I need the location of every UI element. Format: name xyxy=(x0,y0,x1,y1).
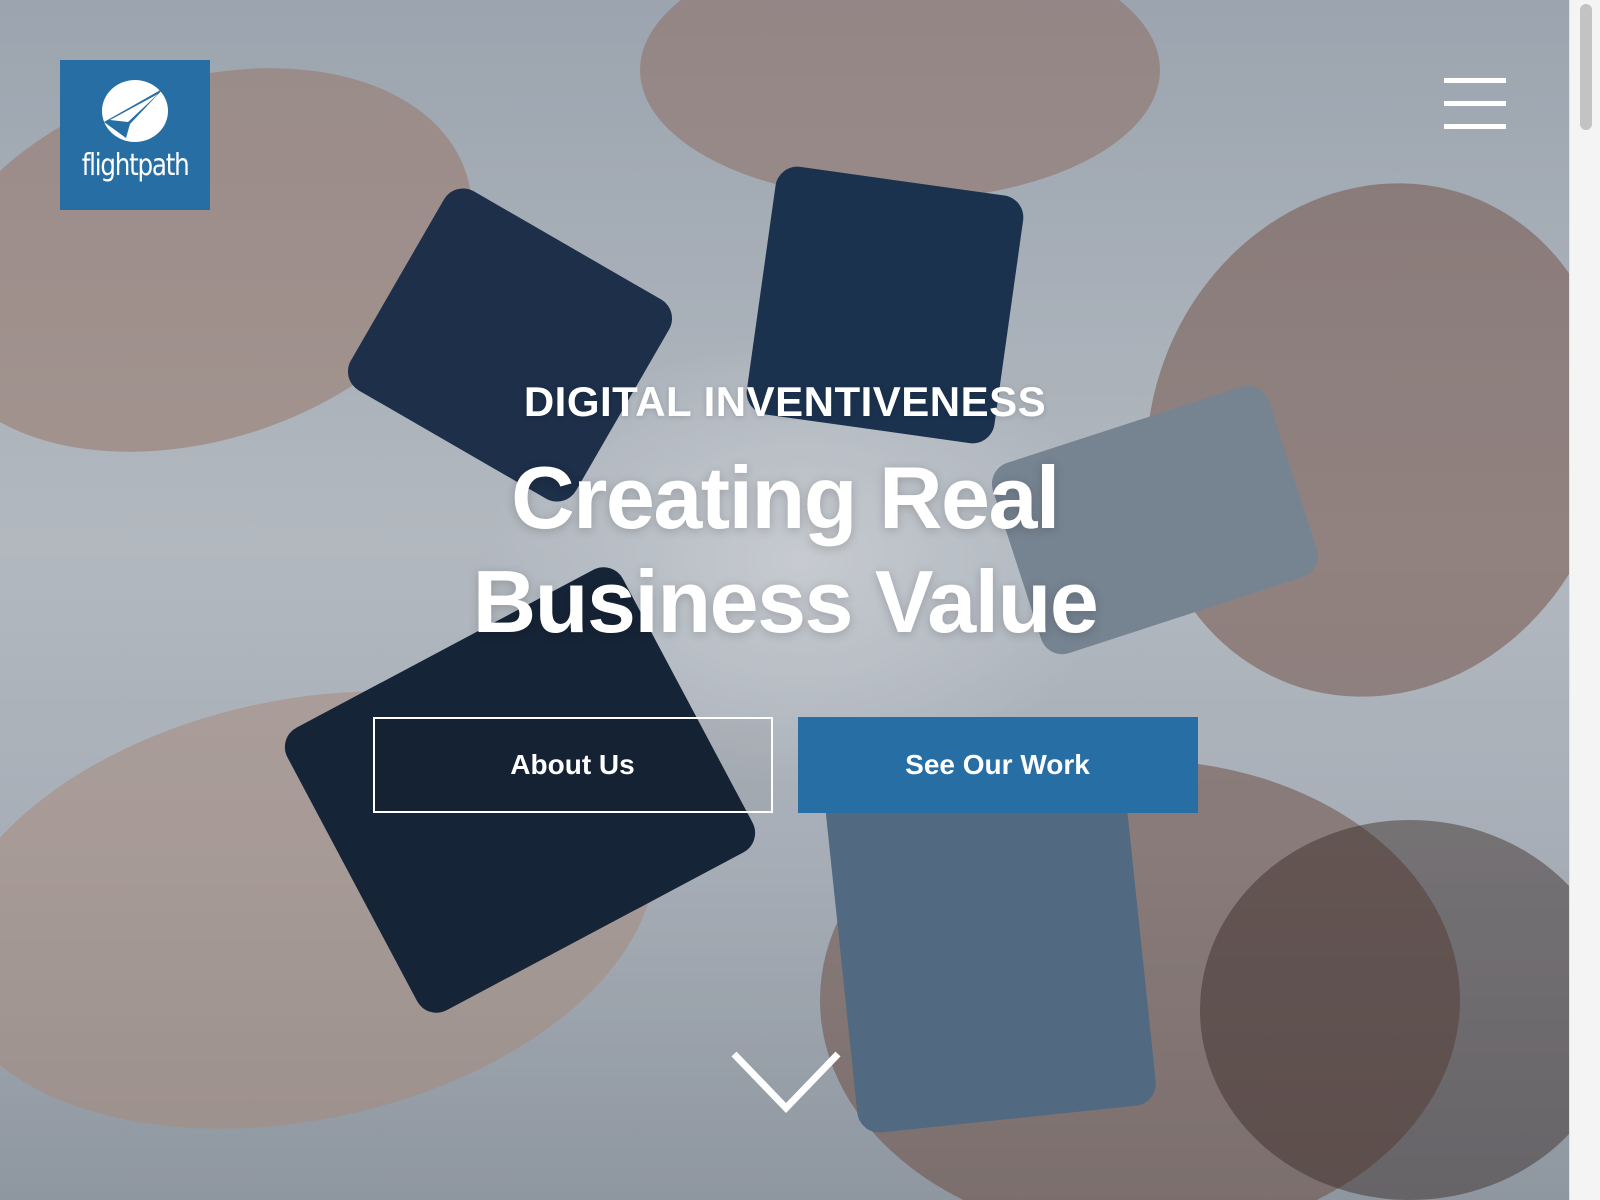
about-us-button[interactable]: About Us xyxy=(372,717,773,813)
hero-eyebrow: DIGITAL INVENTIVENESS xyxy=(523,378,1047,425)
page: flightpath DIGITAL INVENTIVENESS Creatin… xyxy=(0,0,1600,1200)
hamburger-menu-icon[interactable] xyxy=(1444,78,1506,130)
hero-text: DIGITAL INVENTIVENESS Creating Real Busi… xyxy=(0,372,1570,654)
chevron-down-icon[interactable] xyxy=(730,1050,842,1114)
hero-headline-line-1: Creating Real xyxy=(511,448,1060,547)
paper-plane-logo-icon xyxy=(102,80,168,142)
logo-wordmark: flightpath xyxy=(81,148,190,183)
vertical-scrollbar[interactable] xyxy=(1569,0,1600,1200)
see-our-work-button[interactable]: See Our Work xyxy=(797,717,1198,813)
hero-headline-line-2: Business Value xyxy=(472,552,1099,651)
hero-headline: Creating Real Business Value xyxy=(0,446,1570,654)
hero-cta-row: About Us See Our Work xyxy=(0,717,1570,813)
scrollbar-thumb[interactable] xyxy=(1580,4,1592,130)
flightpath-logo[interactable]: flightpath xyxy=(60,60,210,210)
